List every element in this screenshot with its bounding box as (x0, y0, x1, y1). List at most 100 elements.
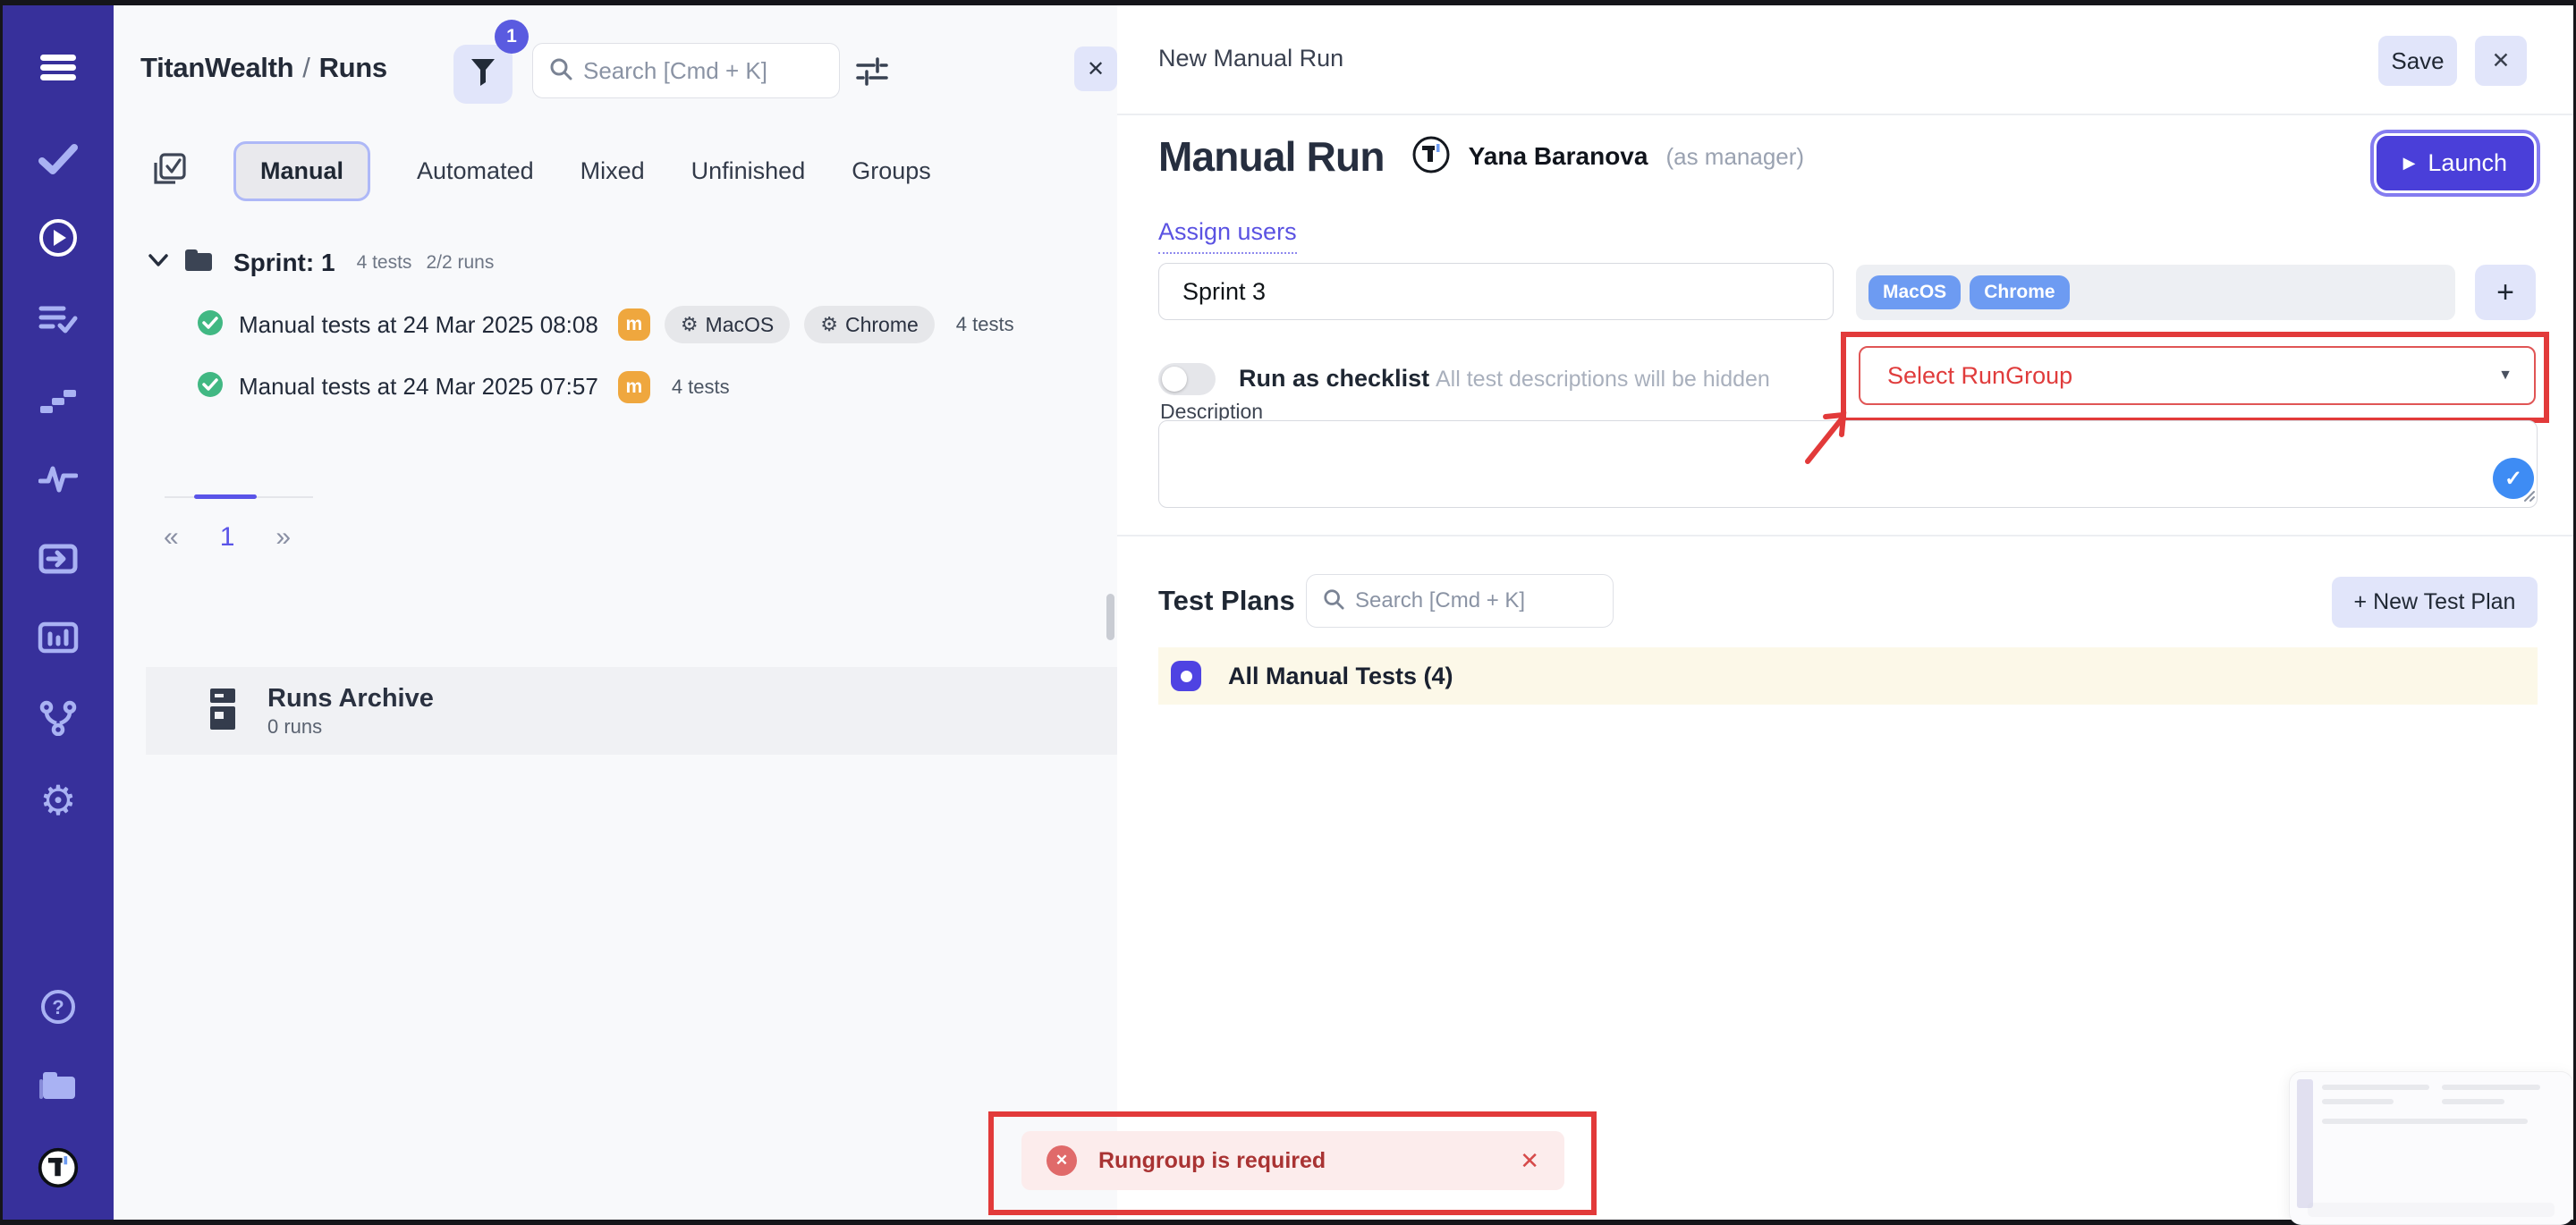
pagination-next[interactable]: » (275, 522, 291, 553)
chevron-down-icon[interactable] (148, 253, 169, 272)
help-icon[interactable]: ? (37, 985, 80, 1028)
checklist-hint: All test descriptions will be hidden (1436, 367, 1770, 393)
archive-icon (203, 687, 242, 736)
dropdown-caret-icon: ▼ (2498, 368, 2512, 384)
add-environment-button[interactable]: + (2475, 265, 2536, 320)
success-check-icon (196, 370, 225, 403)
manager-name: Yana Baranova (1469, 142, 1648, 171)
success-check-icon (196, 308, 225, 342)
new-test-plan-button[interactable]: + New Test Plan (2332, 577, 2538, 628)
env-tag-macos[interactable]: MacOS (1868, 275, 1961, 309)
runs-archive-row[interactable]: Runs Archive 0 runs (146, 667, 1117, 755)
select-runs-icon[interactable] (149, 150, 187, 192)
pagination-prev[interactable]: « (164, 522, 179, 553)
run-tests-count: 4 tests (956, 313, 1014, 336)
breadcrumb-project[interactable]: TitanWealth (140, 52, 293, 83)
radio-selected-icon[interactable] (1171, 661, 1201, 691)
run-header: Manual Run Yana Baranova (as manager) (1158, 127, 1804, 186)
app-logo[interactable] (37, 1146, 80, 1189)
manual-run-badge: m (618, 371, 650, 403)
tab-groups[interactable]: Groups (852, 157, 931, 185)
archive-title: Runs Archive (267, 684, 434, 714)
filter-button[interactable] (453, 45, 513, 104)
check-icon[interactable] (37, 138, 80, 181)
test-plan-label: All Manual Tests (4) (1228, 663, 1453, 690)
run-name-field (1158, 263, 1834, 320)
run-title[interactable]: Manual tests at 24 Mar 2025 07:57 (239, 373, 598, 401)
run-row[interactable]: Manual tests at 24 Mar 2025 07:57 m 4 te… (196, 370, 730, 403)
error-icon: ✕ (1046, 1145, 1077, 1176)
env-pill-chrome[interactable]: ⚙Chrome (804, 306, 935, 343)
rungroup-select[interactable]: Select RunGroup ▼ (1859, 346, 2536, 405)
folder-icon (183, 247, 214, 278)
close-icon: ✕ (1087, 56, 1105, 82)
manual-run-badge: m (618, 308, 650, 341)
section-divider (1117, 535, 2573, 536)
runs-search[interactable] (532, 43, 840, 98)
environments-box: MacOS Chrome (1856, 265, 2455, 320)
env-pill-macos[interactable]: ⚙MacOS (665, 306, 790, 343)
bar-chart-icon[interactable] (37, 616, 80, 659)
panel-title: New Manual Run (1158, 45, 1343, 72)
env-tag-chrome[interactable]: Chrome (1970, 275, 2069, 309)
test-plan-item[interactable]: All Manual Tests (4) (1158, 647, 2538, 705)
pagination-page-1[interactable]: 1 (220, 522, 235, 553)
new-run-panel: New Manual Run Save ✕ Manual Run Yana Ba… (1117, 5, 2573, 1220)
tab-mixed[interactable]: Mixed (580, 157, 645, 185)
annotation-arrow-icon (1788, 397, 1877, 477)
run-title[interactable]: Manual tests at 24 Mar 2025 08:08 (239, 311, 598, 339)
rungroup-placeholder: Select RunGroup (1887, 362, 2498, 390)
pagination: « 1 » (164, 522, 291, 553)
test-plans-search-input[interactable] (1355, 588, 1597, 613)
tab-automated[interactable]: Automated (417, 157, 534, 185)
search-icon (549, 57, 572, 85)
run-tests-count: 4 tests (672, 376, 730, 399)
close-panel-button[interactable]: ✕ (1074, 46, 1117, 91)
group-tests-count: 4 tests (357, 252, 412, 274)
run-name-input[interactable] (1182, 278, 1809, 306)
archive-count: 0 runs (267, 715, 434, 739)
scrollbar-thumb[interactable] (1106, 594, 1114, 640)
steps-icon[interactable] (37, 377, 80, 420)
gear-icon: ⚙ (820, 313, 838, 336)
toast-message: Rungroup is required (1098, 1148, 1498, 1174)
launch-button[interactable]: ▶ Launch (2377, 136, 2534, 190)
pagination-indicator (194, 494, 257, 499)
assign-users-link[interactable]: Assign users (1158, 218, 1297, 254)
tab-unfinished[interactable]: Unfinished (691, 157, 806, 185)
runs-search-input[interactable] (583, 57, 823, 85)
run-type-tabs: Manual Automated Mixed Unfinished Groups (149, 141, 931, 201)
funnel-icon (470, 58, 496, 91)
run-as-checklist-toggle[interactable] (1158, 363, 1216, 395)
test-plans-search[interactable] (1306, 574, 1614, 628)
list-check-icon[interactable] (37, 297, 80, 340)
activity-icon[interactable] (37, 457, 80, 500)
play-circle-icon[interactable] (37, 216, 80, 259)
breadcrumb-current: Runs (319, 52, 387, 83)
checklist-label: Run as checklist (1239, 365, 1429, 393)
docs-folder-icon[interactable] (37, 1064, 80, 1107)
test-plans-title: Test Plans (1158, 585, 1295, 617)
search-icon (1323, 588, 1344, 614)
run-group-row[interactable]: Sprint: 1 4 tests 2/2 runs (148, 247, 494, 278)
toggle-knob (1162, 367, 1187, 392)
manager-note: (as manager) (1665, 143, 1804, 171)
error-toast: ✕ Rungroup is required ✕ (1021, 1131, 1564, 1190)
save-button[interactable]: Save (2378, 36, 2457, 86)
menu-icon[interactable] (37, 46, 80, 89)
import-icon[interactable] (37, 537, 80, 580)
tab-manual[interactable]: Manual (233, 141, 370, 201)
advanced-filters-button[interactable] (852, 52, 892, 91)
close-button[interactable]: ✕ (2475, 36, 2527, 86)
manager-avatar[interactable] (1411, 135, 1451, 179)
run-row[interactable]: Manual tests at 24 Mar 2025 08:08 m ⚙Mac… (196, 306, 1014, 343)
sidebar: ⚙ ? (3, 5, 114, 1220)
group-name: Sprint: 1 (233, 249, 335, 277)
resize-grip-icon[interactable] (2521, 488, 2536, 507)
settings-gear-icon[interactable]: ⚙ (37, 779, 80, 822)
run-heading: Manual Run (1158, 132, 1385, 181)
group-runs-count: 2/2 runs (426, 252, 494, 274)
toast-close-icon[interactable]: ✕ (1520, 1147, 1539, 1175)
screenshot-preview-thumbnail[interactable] (2289, 1071, 2573, 1225)
branch-icon[interactable] (37, 697, 80, 739)
